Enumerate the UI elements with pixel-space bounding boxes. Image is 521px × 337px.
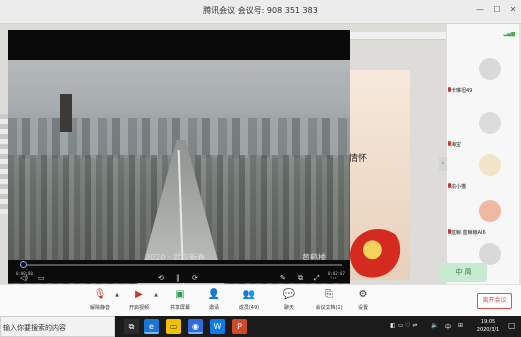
- taskbar-clock[interactable]: 19:05 2020/3/1: [473, 318, 503, 334]
- participant-name: 蓝鲸 蓝鲸鲸AI6: [451, 230, 486, 236]
- window-title: 腾讯会议 会议号: 908 351 383: [203, 6, 318, 15]
- picture-in-picture-icon[interactable]: ⧉: [298, 274, 303, 282]
- document-toolbar: [350, 32, 446, 40]
- leave-meeting-button[interactable]: 离开会议: [477, 293, 512, 309]
- mic-muted-icon: 🎙: [93, 289, 107, 300]
- party-emblem: [350, 229, 406, 281]
- chat-icon: 💬: [282, 289, 296, 300]
- volume-icon[interactable]: ◁): [20, 274, 28, 282]
- settings-button[interactable]: ⚙ 设置: [355, 288, 371, 315]
- participant-list: ▂▄▆ › 卡琳坦49 海宝 渝小猫 蓝鲸 蓝鲸鲸AI6: [439, 24, 521, 284]
- powerpoint-icon[interactable]: P: [232, 319, 247, 334]
- video-player[interactable]: 2020 · 武汉新春 黄鹤楼 0:00:00 0:02:07 ◁) ▭ ⟲ ‖…: [8, 30, 350, 285]
- rewind-icon[interactable]: ⟲: [158, 274, 164, 282]
- clock-time: 19:05: [480, 319, 496, 325]
- members-button[interactable]: 👥 成员(49): [236, 288, 262, 315]
- task-view-icon[interactable]: ⧉: [124, 319, 139, 334]
- video-frame[interactable]: 2020 · 武汉新春 黄鹤楼: [8, 60, 350, 285]
- participant-tile[interactable]: 渝小猫: [448, 150, 520, 194]
- documents-icon: ⎘: [325, 289, 333, 300]
- participant-name: 海宝: [451, 142, 462, 148]
- progress-track[interactable]: [20, 264, 342, 266]
- chevron-up-icon[interactable]: ▲: [154, 292, 158, 298]
- ime-indicator[interactable]: 中: [445, 322, 451, 331]
- participant-name: 渝小猫: [451, 184, 467, 190]
- tencent-meeting-icon[interactable]: ◉: [188, 319, 203, 334]
- avatar: [479, 58, 501, 80]
- participant-name: 卡琳坦49: [451, 88, 473, 94]
- raise-hand-badge[interactable]: 中 简: [440, 263, 487, 282]
- subtitle-icon[interactable]: ▭: [38, 274, 45, 282]
- pagoda: [60, 94, 72, 132]
- maximize-icon[interactable]: ☐: [491, 4, 503, 16]
- tray-icons[interactable]: ◧ ▭ ♡ ⇌: [390, 322, 417, 329]
- pause-icon[interactable]: ‖: [176, 274, 180, 282]
- clock-date: 2020/3/1: [476, 327, 500, 333]
- chevron-up-icon[interactable]: ▲: [115, 292, 119, 298]
- forward-icon[interactable]: ⟳: [192, 274, 198, 282]
- signal-icon: ▂▄▆: [503, 31, 515, 37]
- video-off-icon: ▶: [135, 289, 143, 300]
- participant-tile[interactable]: 卡琳坦49: [448, 54, 520, 98]
- grid-tray-icon[interactable]: ⊞: [458, 322, 463, 329]
- player-controls: 0:00:00 0:02:07 ◁) ▭ ⟲ ‖ ⟳ ✎ ⧉ ⤢ ⋯: [8, 260, 350, 283]
- document-text: 情怀: [349, 154, 368, 164]
- avatar: [479, 243, 501, 265]
- share-screen-button[interactable]: ▣ 共享屏幕: [167, 288, 193, 315]
- unmute-button[interactable]: 🎙 解除静音 ▲: [88, 288, 119, 315]
- avatar: [479, 200, 501, 222]
- meeting-documents-button[interactable]: ⎘ 会议文档(1): [313, 288, 345, 315]
- taskbar-search[interactable]: 输入你要搜索的内容: [0, 316, 115, 337]
- edge-icon[interactable]: e: [144, 319, 159, 334]
- avatar: [479, 154, 501, 176]
- meeting-stage: 情怀 2020 · 武汉新春 黄鹤楼 0:00:00 0:02:07 ◁) ▭ …: [0, 24, 446, 285]
- volume-tray-icon[interactable]: 🔈: [431, 322, 438, 329]
- invite-icon: 👤: [207, 289, 221, 300]
- taskbar: 输入你要搜索的内容 ⧉ e ▭ ◉ W P ◧ ▭ ♡ ⇌ 🔈 中 ⊞ 19:0…: [0, 316, 521, 337]
- minimize-icon[interactable]: —: [474, 4, 486, 16]
- shared-screen: 情怀 2020 · 武汉新春 黄鹤楼 0:00:00 0:02:07 ◁) ▭ …: [0, 24, 446, 285]
- screen-share-icon: ▣: [175, 289, 185, 300]
- start-video-button[interactable]: ▶ 开启视频 ▲: [127, 288, 158, 315]
- search-placeholder: 输入你要搜索的内容: [3, 324, 66, 332]
- fullscreen-icon[interactable]: ⤢: [314, 274, 320, 282]
- notification-icon[interactable]: ▢: [508, 321, 516, 330]
- settings-icon: ⚙: [358, 289, 368, 300]
- avatar: [479, 112, 501, 134]
- word-icon[interactable]: W: [210, 319, 225, 334]
- chat-button[interactable]: 💬 聊天: [281, 288, 297, 315]
- player-top-bar: [8, 30, 350, 60]
- close-icon[interactable]: ✕: [507, 4, 519, 16]
- members-icon: 👥: [242, 289, 256, 300]
- participant-tile[interactable]: 海宝: [448, 108, 520, 152]
- collapse-arrow-icon[interactable]: ›: [439, 157, 447, 171]
- title-bar: 腾讯会议 会议号: 908 351 383 — ☐ ✕: [0, 0, 521, 24]
- more-icon[interactable]: ⋯: [330, 274, 337, 282]
- meeting-toolbar: 🎙 解除静音 ▲ ▶ 开启视频 ▲ ▣ 共享屏幕 👤 邀请 👥 成员(49) 💬…: [0, 284, 521, 316]
- participant-tile[interactable]: 蓝鲸 蓝鲸鲸AI6: [448, 196, 520, 240]
- file-explorer-icon[interactable]: ▭: [166, 319, 181, 334]
- invite-button[interactable]: 👤 邀请: [206, 288, 222, 315]
- progress-knob[interactable]: [20, 261, 28, 268]
- draw-icon[interactable]: ✎: [280, 274, 286, 282]
